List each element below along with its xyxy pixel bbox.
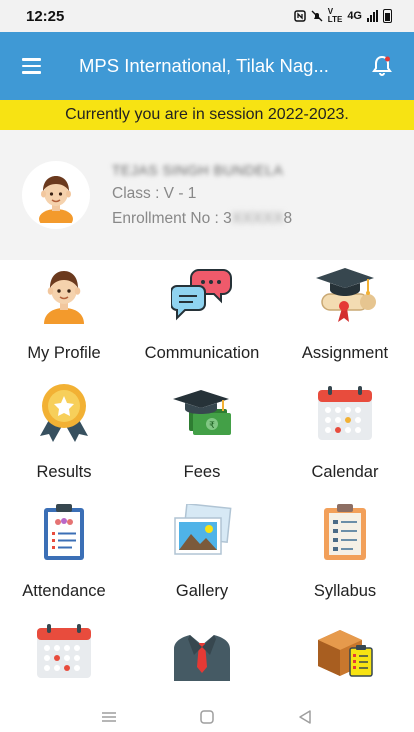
tile-label: Fees <box>183 463 221 481</box>
profile-card[interactable]: TEJAS SINGH BUNDELA Class : V - 1 Enroll… <box>0 130 414 260</box>
tile-label: Communication <box>144 344 260 362</box>
tile-label: Syllabus <box>313 582 377 600</box>
volte-icon: V LTE <box>327 7 343 24</box>
chat-bubbles-icon <box>170 262 234 326</box>
attendance-clipboard-icon <box>32 500 96 564</box>
tile-communication[interactable]: Communication <box>128 260 276 379</box>
teacher-suit-icon <box>170 619 234 683</box>
tile-fees[interactable]: ₹ Fees <box>128 379 276 498</box>
calendar-icon <box>32 619 96 683</box>
syllabus-clipboard-icon <box>313 500 377 564</box>
tile-label: Attendance <box>22 582 106 600</box>
app-bar: MPS International, Tilak Nag... <box>0 32 414 100</box>
tile-label: Calendar <box>311 463 379 481</box>
recent-apps-icon[interactable] <box>101 711 117 723</box>
enrollment-hidden: XXXXX <box>231 210 284 227</box>
bell-icon[interactable] <box>350 32 414 100</box>
class-info: Class : V - 1 <box>112 185 197 202</box>
mute-icon <box>311 10 323 22</box>
tile-attendance[interactable]: Attendance <box>0 498 128 617</box>
tile-assignment[interactable]: Assignment <box>276 260 414 379</box>
calendar-icon <box>313 381 377 445</box>
tile-label: Assignment <box>301 344 389 362</box>
svg-text:₹: ₹ <box>209 421 215 431</box>
tile-label: Gallery <box>175 582 229 600</box>
nfc-icon <box>294 10 306 22</box>
box-checklist-icon <box>313 619 377 683</box>
tile-calendar[interactable]: Calendar <box>276 379 414 498</box>
back-icon[interactable] <box>297 709 313 725</box>
profile-info: TEJAS SINGH BUNDELA Class : V - 1 Enroll… <box>112 162 292 228</box>
graduation-scroll-icon <box>313 262 377 326</box>
session-banner: Currently you are in session 2022-2023. <box>0 100 414 130</box>
gallery-photos-icon <box>170 500 234 564</box>
enrollment-label: Enrollment No : 3 <box>112 210 232 227</box>
tile-label: Results <box>36 463 92 481</box>
enrollment-suffix: 8 <box>283 210 293 227</box>
battery-icon <box>383 9 392 23</box>
menu-icon[interactable] <box>0 32 62 100</box>
avatar <box>22 161 90 229</box>
system-nav-bar <box>0 702 414 732</box>
feature-grid: My Profile Communication Assignment Resu… <box>0 260 414 732</box>
student-name: TEJAS SINGH BUNDELA <box>112 162 284 178</box>
tile-gallery[interactable]: Gallery <box>128 498 276 617</box>
tile-results[interactable]: Results <box>0 379 128 498</box>
home-icon[interactable] <box>199 709 215 725</box>
app-title: MPS International, Tilak Nag... <box>79 55 329 76</box>
system-icons: V LTE 4G <box>294 8 392 24</box>
tile-syllabus[interactable]: Syllabus <box>276 498 414 617</box>
tile-label: My Profile <box>27 344 101 362</box>
award-ribbon-icon <box>32 381 96 445</box>
signal-icon <box>367 10 378 22</box>
tile-my-profile[interactable]: My Profile <box>0 260 128 379</box>
enrollment-info: Enrollment No : 3XXXXX8 <box>112 210 292 228</box>
network-type: 4G <box>347 10 362 22</box>
status-bar: 12:25 V LTE 4G <box>0 0 414 32</box>
status-time: 12:25 <box>26 7 65 25</box>
profile-icon <box>32 262 96 326</box>
profile-icon <box>39 176 73 223</box>
fees-money-icon: ₹ <box>170 381 234 445</box>
